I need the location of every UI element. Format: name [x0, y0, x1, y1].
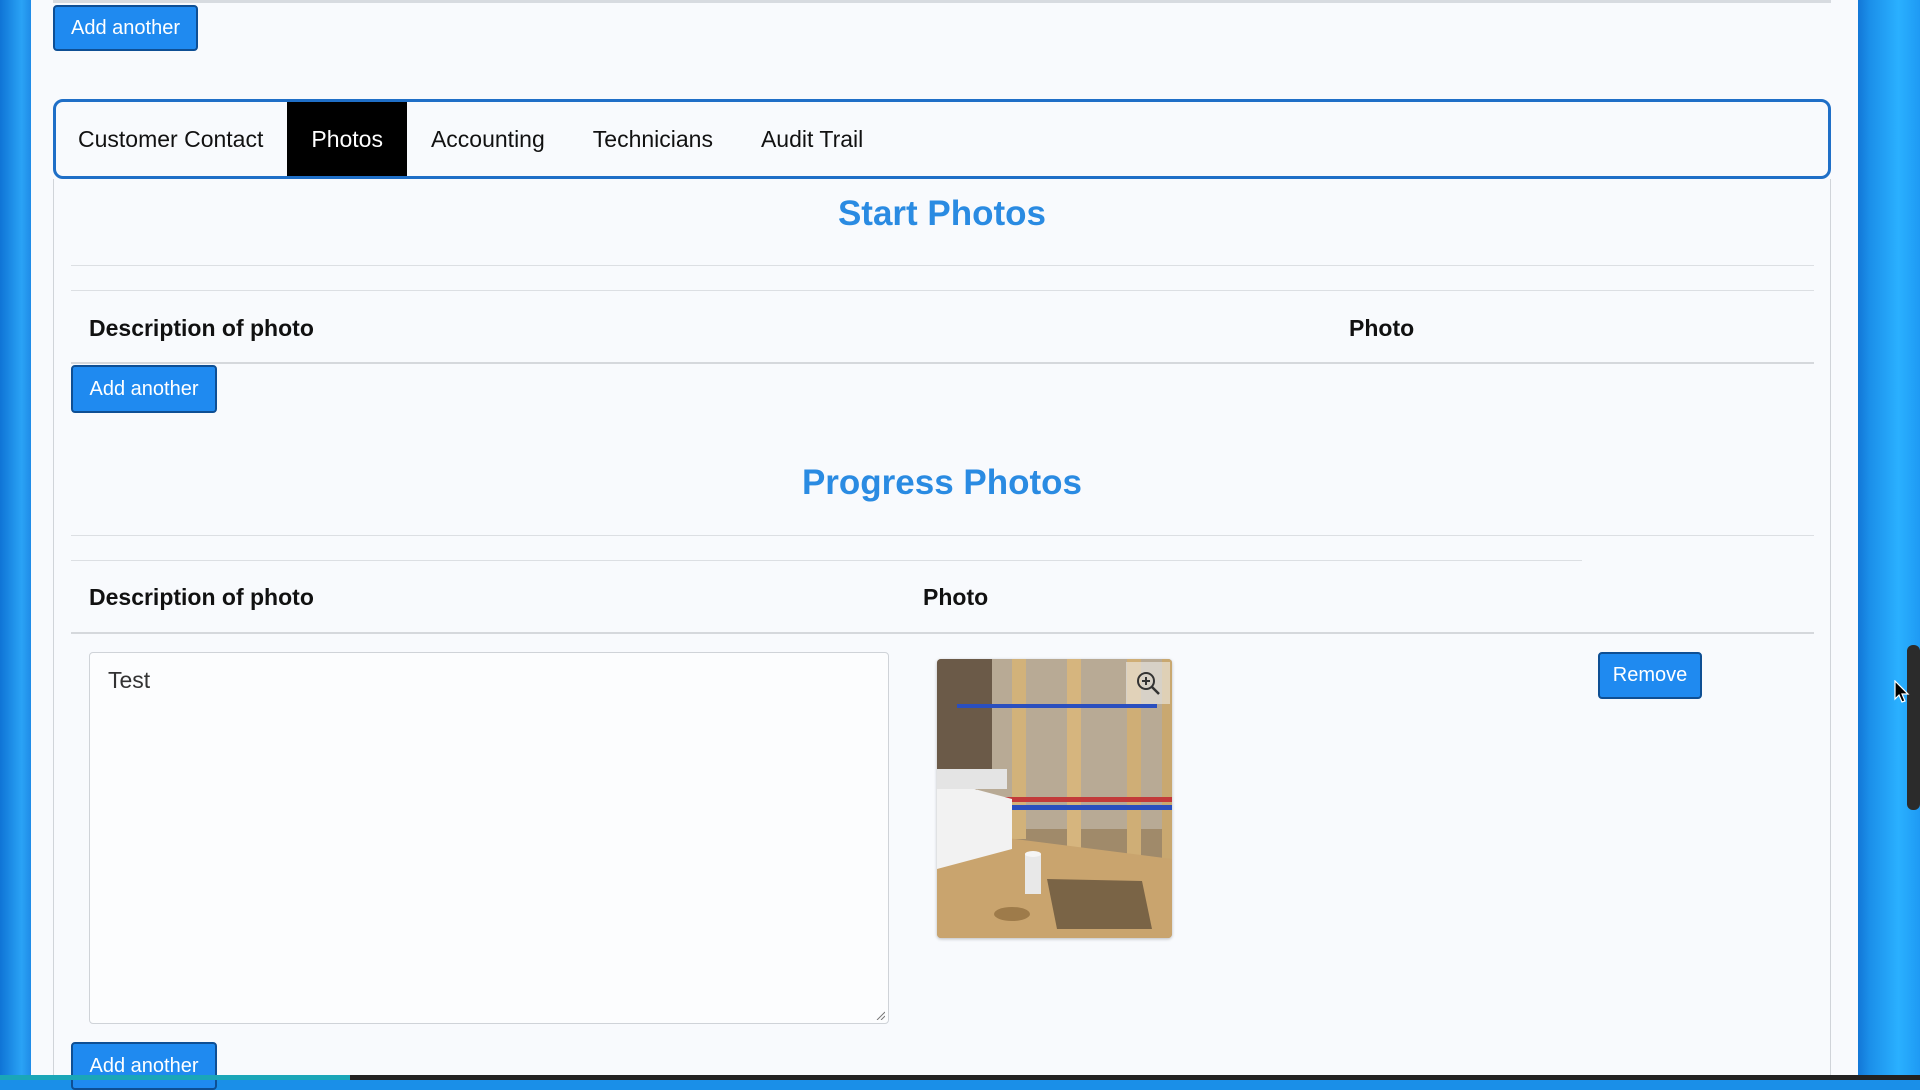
divider — [53, 0, 1831, 3]
textarea-value: Test — [108, 667, 151, 693]
tab-photos[interactable]: Photos — [287, 102, 407, 176]
progress-photos-title: Progress Photos — [801, 463, 1083, 502]
add-another-start-photo-button[interactable]: Add another — [71, 365, 217, 413]
divider — [71, 265, 1814, 266]
tab-customer-contact[interactable]: Customer Contact — [56, 102, 287, 176]
table-header-border — [71, 362, 1814, 364]
table-top-border — [71, 290, 1814, 291]
column-header-description: Description of photo — [89, 315, 314, 341]
tab-bar: Customer Contact Photos Accounting Techn… — [53, 99, 1831, 179]
table-top-border — [71, 560, 1582, 561]
background-right — [1848, 0, 1920, 1080]
tab-accounting[interactable]: Accounting — [407, 102, 569, 176]
bottom-edge — [0, 1075, 1920, 1080]
table-header-border — [71, 632, 1814, 634]
add-another-button-top[interactable]: Add another — [53, 5, 198, 51]
bottom-edge-accent — [0, 1075, 350, 1080]
column-header-photo: Photo — [923, 584, 989, 610]
start-photos-title: Start Photos — [837, 194, 1047, 233]
add-another-progress-photo-button[interactable]: Add another — [71, 1042, 217, 1090]
remove-photo-button[interactable]: Remove — [1598, 652, 1702, 699]
column-header-photo: Photo — [1349, 315, 1415, 341]
tab-technicians[interactable]: Technicians — [569, 102, 737, 176]
mouse-cursor-icon — [1894, 680, 1910, 703]
resize-handle-icon[interactable] — [875, 1010, 885, 1020]
zoom-in-icon[interactable] — [1126, 662, 1170, 704]
scrollbar[interactable] — [1907, 645, 1920, 810]
column-header-description: Description of photo — [89, 584, 314, 610]
divider — [71, 535, 1814, 536]
tab-audit-trail[interactable]: Audit Trail — [737, 102, 887, 176]
photo-description-textarea[interactable]: Test — [89, 652, 889, 1024]
magnifier-icon — [1137, 672, 1160, 695]
